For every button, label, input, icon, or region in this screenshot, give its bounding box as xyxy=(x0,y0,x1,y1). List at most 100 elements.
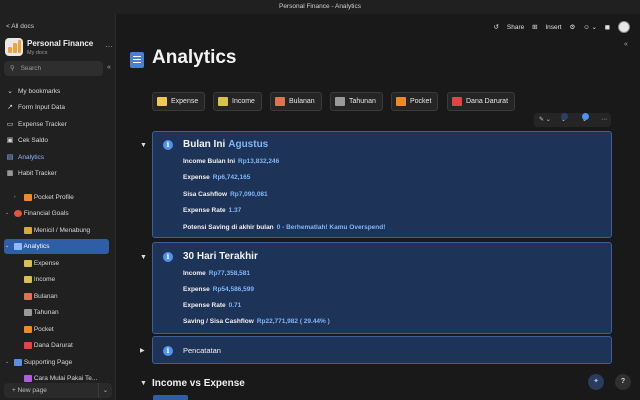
edit-pen-icon[interactable]: ✎ ⌄ xyxy=(539,113,551,127)
tab-bulanan[interactable]: Bulanan xyxy=(270,92,322,111)
search-input[interactable]: ⚲ Search xyxy=(4,61,103,76)
tree-item-expense[interactable]: Expense xyxy=(14,256,109,271)
avatar[interactable] xyxy=(618,21,630,33)
tree-item-label: Expense xyxy=(33,260,60,267)
insert-button[interactable]: ⊞ Insert xyxy=(532,23,562,31)
stat-value: Rp22,771,982 ( 29.44% ) xyxy=(256,318,330,325)
more-icon[interactable]: ··· xyxy=(105,42,113,51)
tree-item-label: Income xyxy=(33,276,56,283)
stat-row: Potensi Saving di akhir bulan 0 - Berhema… xyxy=(183,224,385,231)
tab-label: Bulanan xyxy=(289,98,315,105)
sidebar-item-form-input-data[interactable]: ↗ Form Input Data xyxy=(4,100,109,115)
chevron-down-icon: ⌄ xyxy=(7,88,13,95)
expand-panel-icon[interactable]: « xyxy=(624,41,628,48)
view-toolbar: ✎ ⌄ ⌄ ⌄ ⋯ xyxy=(534,113,611,127)
info-icon: i xyxy=(163,346,173,356)
chevron-down-icon[interactable]: ⌄ xyxy=(98,383,112,398)
tree-item-analytics[interactable]: ⌄ Analytics xyxy=(4,239,109,254)
stat-value: Rp6,742,165 xyxy=(212,174,251,181)
calendar-icon xyxy=(24,292,32,300)
document-icon xyxy=(14,242,22,250)
tree-item-label: Bulanan xyxy=(33,293,58,300)
emoji-icon[interactable]: ☺ ⌄ xyxy=(583,23,597,31)
search-placeholder: Search xyxy=(20,65,42,72)
new-page-label: + New page xyxy=(12,387,47,394)
workspace-subtitle: My docs xyxy=(27,50,48,56)
stat-value: Rp77,358,581 xyxy=(208,270,250,277)
share-button[interactable]: ↺ Share xyxy=(494,23,525,31)
info-toggle[interactable]: ⌄ xyxy=(582,113,589,127)
stat-value: Rp7,090,081 xyxy=(230,191,268,198)
info-icon: i xyxy=(163,140,173,150)
stat-value: Rp13,832,246 xyxy=(238,158,280,165)
sidebar-item-cek-saldo[interactable]: ▣ Cek Saldo xyxy=(4,133,109,148)
tree-item-bulanan[interactable]: Bulanan xyxy=(14,289,109,304)
toggle-arrow-icon[interactable]: ▼ xyxy=(140,142,147,149)
sidebar-item-bookmarks[interactable]: ⌄ My bookmarks xyxy=(4,84,109,99)
stat-row: Sisa Cashflow Rp7,090,081 xyxy=(183,191,268,198)
all-docs-link[interactable]: < All docs xyxy=(6,23,34,30)
toggle-arrow-icon[interactable]: ▼ xyxy=(140,254,147,261)
callout-title: 30 Hari Terakhir xyxy=(183,251,258,262)
stat-label: Potensi Saving di akhir bulan xyxy=(183,224,274,231)
spiral-calendar-icon xyxy=(24,308,32,316)
sidebar-item-label: My bookmarks xyxy=(18,88,61,95)
graph-icon: ↗ xyxy=(7,104,13,111)
stat-label: Income xyxy=(183,270,206,277)
stat-value: 1.37 xyxy=(228,207,242,214)
stat-row: Expense Rp6,742,165 xyxy=(183,174,250,181)
callout-title: Bulan Ini Agustus xyxy=(183,139,268,150)
settings-icon[interactable]: ⚙ xyxy=(569,23,575,31)
laptop-icon xyxy=(14,358,22,366)
calendar-icon xyxy=(275,96,285,106)
ai-sparkle-button[interactable]: ✦ xyxy=(588,374,604,390)
folder-icon xyxy=(24,193,32,201)
chevron-down-icon[interactable]: ⌄ xyxy=(5,355,9,370)
tab-pocket[interactable]: Pocket xyxy=(391,92,439,111)
callout-pencatatan[interactable]: i Pencatatan xyxy=(152,336,612,364)
tab-income[interactable]: Income xyxy=(213,92,262,111)
more-icon[interactable]: ⋯ xyxy=(601,113,607,127)
tab-dana-darurat[interactable]: Dana Darurat xyxy=(447,92,516,111)
tree-item-menicil-menabung[interactable]: Menicil / Menabung xyxy=(14,223,109,238)
sidebar-item-label: Analytics xyxy=(18,154,45,161)
money-icon xyxy=(24,259,32,267)
tree-item-income[interactable]: Income xyxy=(14,272,109,287)
tree-item-financial-goals[interactable]: ⌄ Financial Goals xyxy=(4,206,109,221)
sidebar-item-expense-tracker[interactable]: ▭ Expense Tracker xyxy=(4,117,109,132)
sidebar: < All docs Personal Finance My docs ··· … xyxy=(0,14,116,400)
color-picker[interactable]: ⌄ xyxy=(561,113,568,127)
tree-item-pocket[interactable]: Pocket xyxy=(14,322,109,337)
stat-label: Sisa Cashflow xyxy=(183,191,228,198)
tree-item-supporting-page[interactable]: ⌄ Supporting Page xyxy=(4,355,109,370)
tree-item-label: Pocket Profile xyxy=(33,194,74,201)
stat-label: Income Bulan Ini xyxy=(183,158,236,165)
bell-icon[interactable]: ◼ xyxy=(605,23,610,31)
tree-item-tahunan[interactable]: Tahunan xyxy=(14,305,109,320)
money-bag-icon xyxy=(24,275,32,283)
collapse-sidebar-icon[interactable]: « xyxy=(107,64,111,71)
tree-item-label: Tahunan xyxy=(33,309,59,316)
tree-item-dana-darurat[interactable]: Dana Darurat xyxy=(14,338,109,353)
chevron-right-icon[interactable]: › xyxy=(14,190,16,205)
tab-tahunan[interactable]: Tahunan xyxy=(330,92,383,111)
section-chip[interactable] xyxy=(153,395,188,400)
new-page-button[interactable]: + New page ⌄ xyxy=(4,383,112,398)
tree-item-label: Supporting Page xyxy=(23,359,73,366)
tab-label: Dana Darurat xyxy=(466,98,509,105)
toggle-arrow-icon[interactable]: ▼ xyxy=(140,380,147,387)
workspace-name: Personal Finance xyxy=(27,39,94,48)
tab-label: Income xyxy=(232,98,255,105)
tab-expense[interactable]: Expense xyxy=(152,92,206,111)
top-toolbar: ↺ Share ⊞ Insert ⚙ ☺ ⌄ ◼ xyxy=(488,21,630,33)
chevron-down-icon[interactable]: ⌄ xyxy=(5,206,9,221)
help-button[interactable]: ? xyxy=(615,374,631,390)
sidebar-item-habit-tracker[interactable]: ▦ Habit Tracker xyxy=(4,166,109,181)
tree-item-pocket-profile[interactable]: › Pocket Profile xyxy=(14,190,109,205)
calendar-icon: ▦ xyxy=(6,170,14,177)
sidebar-item-analytics[interactable]: ▤ Analytics xyxy=(4,150,109,165)
callout-title: Pencatatan xyxy=(183,346,221,355)
toggle-arrow-icon[interactable]: ▶ xyxy=(140,347,145,354)
stat-label: Expense xyxy=(183,286,210,293)
chevron-down-icon[interactable]: ⌄ xyxy=(5,239,9,254)
